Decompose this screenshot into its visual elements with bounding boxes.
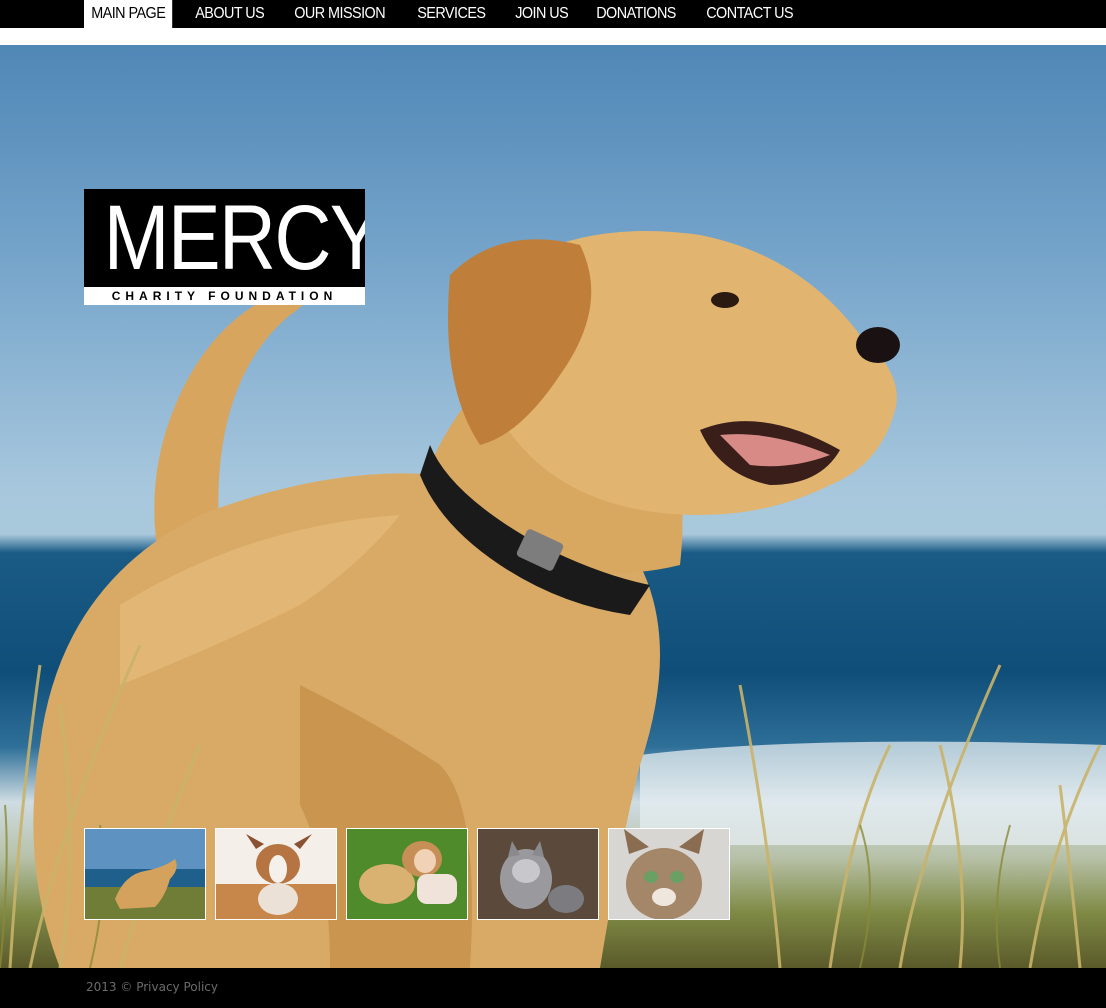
thumbnail-tabby-cat[interactable] [608, 828, 730, 920]
footer: 2013 © Privacy Policy [0, 968, 1106, 1008]
nav-item-join-us[interactable]: JOIN US [508, 0, 575, 28]
nav-item-our-mission[interactable]: OUR MISSION [287, 0, 392, 28]
site-logo[interactable]: MERCY CHARITY FOUNDATION [84, 189, 365, 305]
thumbnail-gray-kittens[interactable] [477, 828, 599, 920]
nav-item-about-us[interactable]: ABOUT US [188, 0, 271, 28]
thumbnail-girl-with-dog[interactable] [346, 828, 468, 920]
nav-item-main-page[interactable]: MAIN PAGE [84, 0, 173, 28]
logo-title-box: MERCY [84, 189, 365, 287]
copyright-symbol: © [120, 980, 133, 994]
thumbnail-chihuahua-puppy[interactable] [215, 828, 337, 920]
privacy-policy-link[interactable]: Privacy Policy [136, 980, 218, 994]
footer-copyright: 2013 © Privacy Policy [86, 980, 218, 994]
nav-item-services[interactable]: SERVICES [410, 0, 493, 28]
thumbnail-gallery [84, 828, 730, 920]
nav-item-contact-us[interactable]: CONTACT US [699, 0, 800, 28]
logo-title: MERCY [103, 189, 365, 287]
top-navigation: MAIN PAGE ABOUT US OUR MISSION SERVICES … [0, 0, 1106, 28]
nav-item-donations[interactable]: DONATIONS [589, 0, 683, 28]
thumbnail-puppy-on-beach[interactable] [84, 828, 206, 920]
copyright-year: 2013 [86, 980, 117, 994]
logo-subtitle: CHARITY FOUNDATION [84, 287, 365, 305]
